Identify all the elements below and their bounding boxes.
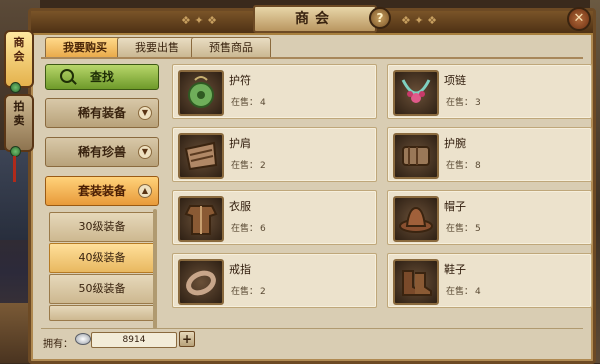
jade-amulet-icon xyxy=(178,70,224,116)
subcategory-partial[interactable] xyxy=(49,305,155,321)
tab-divider xyxy=(41,57,583,59)
silver-ingot-icon xyxy=(75,333,91,345)
stock-count: 4 xyxy=(260,98,266,108)
item-card-boots[interactable]: 鞋子 在售： 4 xyxy=(387,253,592,308)
category-rare-pets[interactable]: 稀有珍兽 ▼ xyxy=(45,137,159,167)
stock-label: 在售： xyxy=(231,287,259,297)
stock-count: 2 xyxy=(260,287,266,297)
title-ornament-left: ❖ ✦ ❖ xyxy=(181,14,217,27)
side-tab-auction[interactable]: 拍卖 xyxy=(4,94,34,152)
item-stock: 在售： 4 xyxy=(444,284,481,297)
currency-label: 拥有： xyxy=(43,339,73,350)
item-card-bracer[interactable]: 护腕 在售： 8 xyxy=(387,127,592,182)
item-stock: 在售： 2 xyxy=(229,284,266,297)
item-name: 戒指 xyxy=(229,263,251,276)
stock-label: 在售： xyxy=(231,224,259,234)
necklace-icon xyxy=(393,70,439,116)
stock-count: 5 xyxy=(475,224,481,234)
item-card-necklace[interactable]: 项链 在售： 3 xyxy=(387,64,592,119)
stock-count: 2 xyxy=(260,161,266,171)
shop-window: ❖ ✦ ❖ ❖ ✦ ❖ 商会 ? ✕ 我要购买 我要出售 预售商品 查找 稀有装… xyxy=(28,5,596,364)
chevron-down-icon: ▼ xyxy=(138,106,152,120)
hat-icon xyxy=(393,196,439,242)
tab-buy[interactable]: 我要购买 xyxy=(45,37,125,58)
bracer-icon xyxy=(393,133,439,179)
item-stock: 在售： 2 xyxy=(229,158,266,171)
side-tab-shop[interactable]: 商会 xyxy=(4,30,34,88)
stock-label: 在售： xyxy=(446,161,474,171)
shoulder-guard-icon xyxy=(178,133,224,179)
item-card-amulet[interactable]: 护符 在售： 4 xyxy=(172,64,377,119)
item-stock: 在售： 4 xyxy=(229,95,266,108)
category-label: 稀有装备 xyxy=(77,106,126,120)
item-card-hat[interactable]: 帽子 在售： 5 xyxy=(387,190,592,245)
subcategory-level-40[interactable]: 40级装备 xyxy=(49,243,155,273)
item-stock: 在售： 5 xyxy=(444,221,481,234)
stock-count: 3 xyxy=(475,98,481,108)
stock-label: 在售： xyxy=(446,98,474,108)
item-card-robe[interactable]: 衣服 在售： 6 xyxy=(172,190,377,245)
title-ornament-right: ❖ ✦ ❖ xyxy=(401,14,437,27)
stock-label: 在售： xyxy=(446,287,474,297)
boots-icon xyxy=(393,259,439,305)
search-button-label: 查找 xyxy=(89,70,114,84)
item-name: 鞋子 xyxy=(444,263,466,276)
category-set-equipment[interactable]: 套装装备 ▲ xyxy=(45,176,159,206)
lantern-knot-icon xyxy=(10,82,21,93)
stock-label: 在售： xyxy=(231,98,259,108)
category-rare-equipment[interactable]: 稀有装备 ▼ xyxy=(45,98,159,128)
help-icon[interactable]: ? xyxy=(369,7,391,29)
search-button[interactable]: 查找 xyxy=(45,64,159,90)
footer-divider xyxy=(41,328,583,329)
item-name: 项链 xyxy=(444,74,466,87)
item-stock: 在售： 6 xyxy=(229,221,266,234)
currency-amount: 8914 xyxy=(91,332,177,348)
window-title: 商会 xyxy=(253,5,377,33)
item-name: 帽子 xyxy=(444,200,466,213)
ring-icon xyxy=(178,259,224,305)
side-tab-label: 商会 xyxy=(13,36,25,63)
item-name: 护腕 xyxy=(444,137,466,150)
add-currency-button[interactable]: + xyxy=(179,331,195,347)
item-name: 护符 xyxy=(229,74,251,87)
chevron-up-icon: ▲ xyxy=(138,184,152,198)
stock-count: 8 xyxy=(475,161,481,171)
chevron-down-icon: ▼ xyxy=(138,145,152,159)
tassel-icon xyxy=(13,156,16,182)
stock-label: 在售： xyxy=(446,224,474,234)
stock-count: 6 xyxy=(260,224,266,234)
tab-sell[interactable]: 我要出售 xyxy=(117,37,197,58)
search-icon xyxy=(60,69,74,83)
item-name: 护肩 xyxy=(229,137,251,150)
category-label: 套装装备 xyxy=(77,184,126,198)
subcategory-level-50[interactable]: 50级装备 xyxy=(49,274,155,304)
close-icon[interactable]: ✕ xyxy=(567,7,591,31)
category-label: 稀有珍兽 xyxy=(77,145,126,159)
tab-presale[interactable]: 预售商品 xyxy=(191,37,271,58)
item-card-shoulder[interactable]: 护肩 在售： 2 xyxy=(172,127,377,182)
robe-icon xyxy=(178,196,224,242)
item-stock: 在售： 8 xyxy=(444,158,481,171)
subcategory-scrollbar[interactable] xyxy=(153,209,157,329)
item-name: 衣服 xyxy=(229,200,251,213)
subcategory-level-30[interactable]: 30级装备 xyxy=(49,212,155,242)
side-tab-label: 拍卖 xyxy=(13,100,25,127)
item-stock: 在售： 3 xyxy=(444,95,481,108)
stock-count: 4 xyxy=(475,287,481,297)
stock-label: 在售： xyxy=(231,161,259,171)
item-card-ring[interactable]: 戒指 在售： 2 xyxy=(172,253,377,308)
